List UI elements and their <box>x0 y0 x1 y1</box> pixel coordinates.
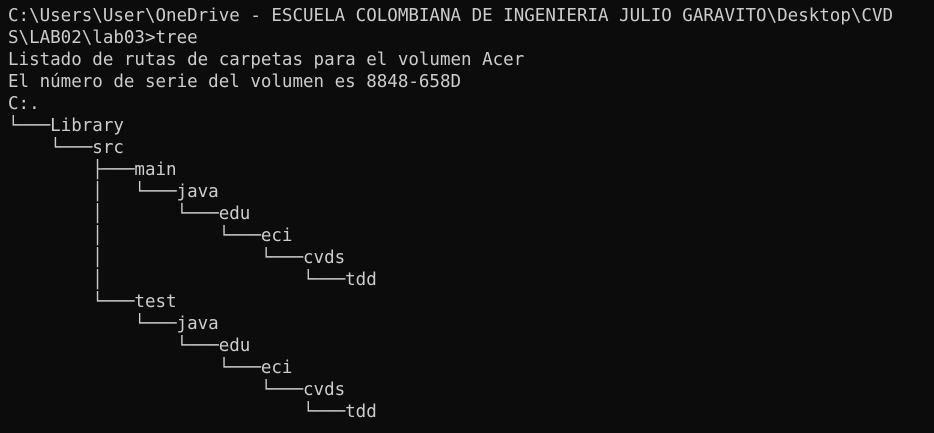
output-serial-number: El número de serie del volumen es 8848-6… <box>8 72 462 92</box>
tree-node-library: └───Library <box>8 116 124 136</box>
tree-node-test: └───test <box>8 292 177 312</box>
tree-node-main-edu: │ └───edu <box>8 204 251 224</box>
tree-node-test-eci: └───eci <box>8 358 293 378</box>
prompt-command-line: S\LAB02\lab03>tree <box>8 28 198 48</box>
tree-node-main-eci: │ └───eci <box>8 226 293 246</box>
tree-node-main-cvds: │ └───cvds <box>8 248 346 268</box>
terminal-window[interactable]: C:\Users\User\OneDrive - ESCUELA COLOMBI… <box>0 0 934 433</box>
tree-node-test-tdd: └───tdd <box>8 402 377 422</box>
tree-node-main: ├───main <box>8 160 177 180</box>
prompt-path-line: C:\Users\User\OneDrive - ESCUELA COLOMBI… <box>8 6 894 26</box>
tree-node-test-java: └───java <box>8 314 219 334</box>
tree-node-main-java: │ └───java <box>8 182 219 202</box>
output-volume-label: Listado de rutas de carpetas para el vol… <box>8 50 525 70</box>
tree-node-src: └───src <box>8 138 124 158</box>
tree-node-main-tdd: │ └───tdd <box>8 270 377 290</box>
tree-root: C:. <box>8 94 40 114</box>
tree-node-test-edu: └───edu <box>8 336 251 356</box>
tree-node-test-cvds: └───cvds <box>8 380 346 400</box>
